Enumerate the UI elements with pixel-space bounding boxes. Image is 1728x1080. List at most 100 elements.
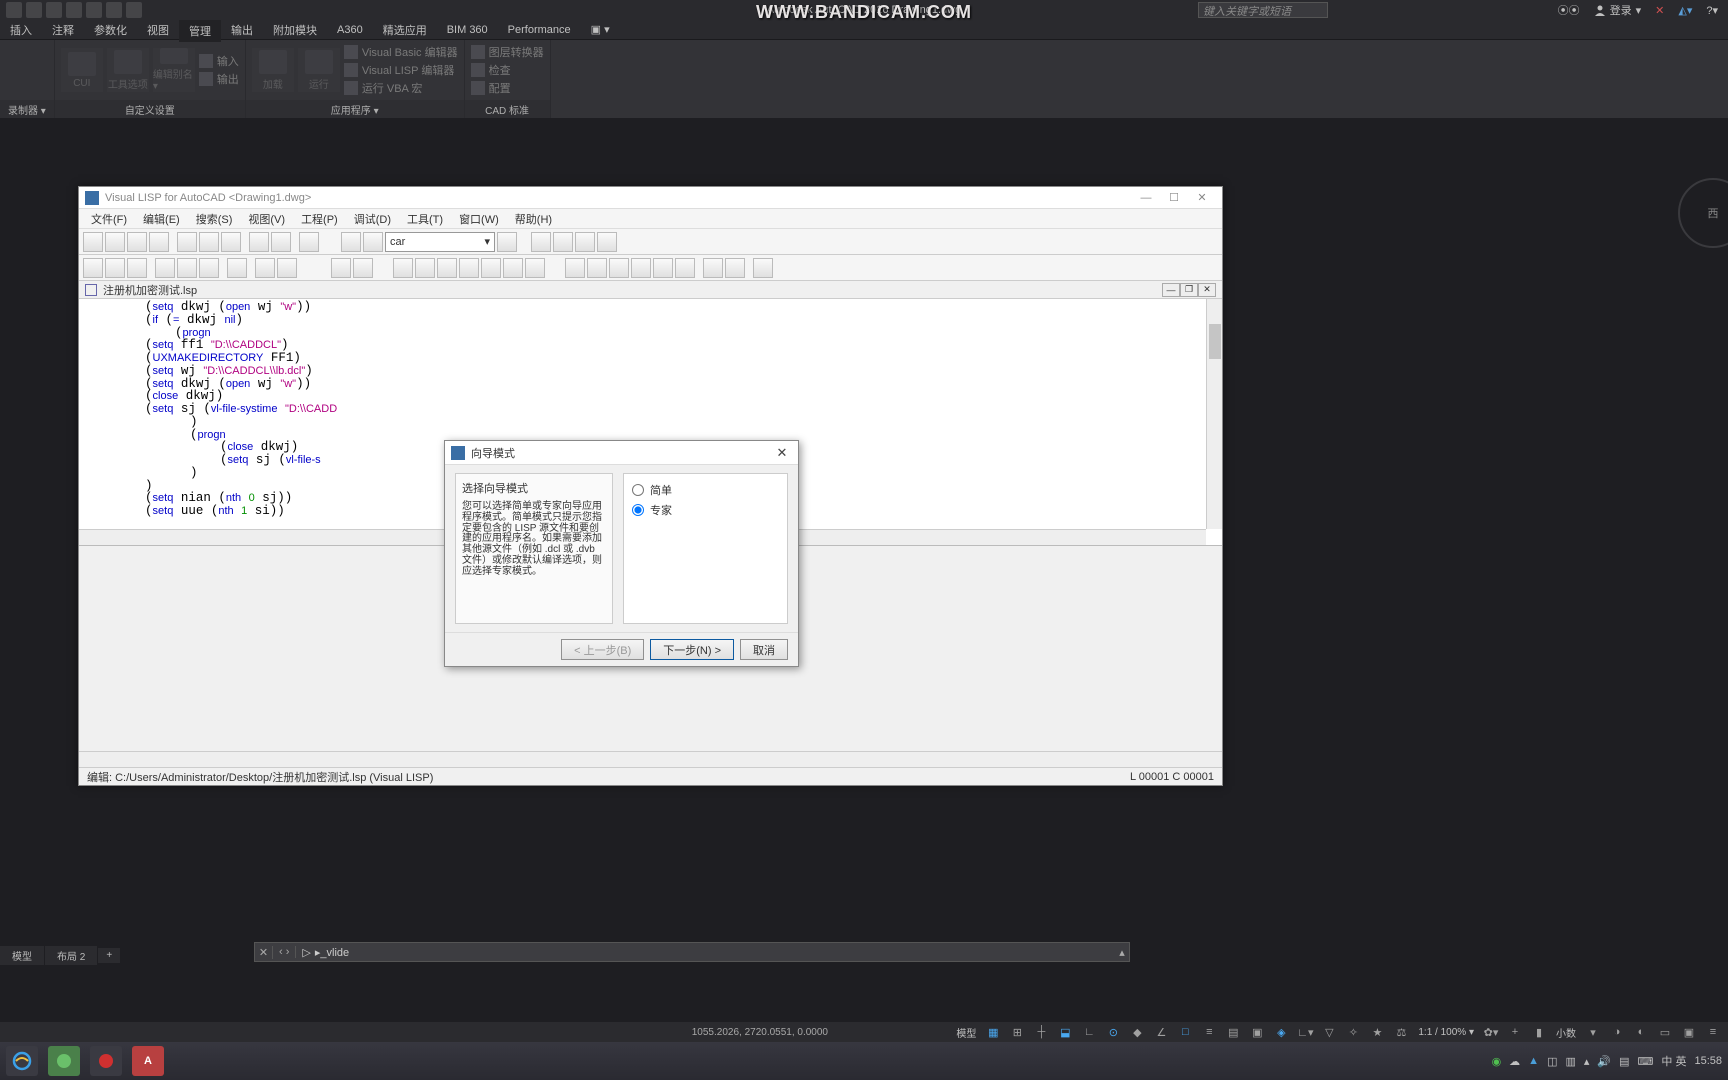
qat-app-icon[interactable]: [6, 2, 22, 18]
copy-icon[interactable]: [199, 232, 219, 252]
annotation-visibility-icon[interactable]: ★: [1366, 1023, 1388, 1041]
dynamic-ucs-icon[interactable]: ∟▾: [1294, 1023, 1316, 1041]
bookmark-next-icon[interactable]: [553, 232, 573, 252]
vlisp-titlebar[interactable]: Visual LISP for AutoCAD <Drawing1.dwg> —…: [79, 187, 1222, 209]
doc-close-button[interactable]: ✕: [1198, 283, 1216, 297]
open-file-icon[interactable]: [105, 232, 125, 252]
complete-word-icon[interactable]: [299, 232, 319, 252]
ribbon-panel-label[interactable]: 应用程序 ▾: [246, 100, 464, 118]
grid-icon[interactable]: ▦: [982, 1023, 1004, 1041]
isodraft-icon[interactable]: ◆: [1126, 1023, 1148, 1041]
selection-cycling-icon[interactable]: ▣: [1246, 1023, 1268, 1041]
vlisp-menu-item[interactable]: 编辑(E): [135, 209, 188, 229]
find-icon[interactable]: [341, 232, 361, 252]
cancel-button[interactable]: 取消: [740, 639, 788, 660]
gizmo-icon[interactable]: ✧: [1342, 1023, 1364, 1041]
taskbar-record[interactable]: [90, 1046, 122, 1076]
radio-expert-input[interactable]: [632, 504, 644, 516]
select-window-icon[interactable]: [353, 258, 373, 278]
dynamic-input-icon[interactable]: ⬓: [1054, 1023, 1076, 1041]
a360-icon[interactable]: ◭▾: [1674, 4, 1696, 17]
ribbon-tab[interactable]: 注释: [42, 19, 84, 41]
redo-icon[interactable]: [271, 232, 291, 252]
last-break-icon[interactable]: [587, 258, 607, 278]
ribbon-button[interactable]: CUI: [61, 48, 103, 92]
ribbon-list-item[interactable]: 配置: [471, 80, 544, 96]
debug-step-out-icon[interactable]: [437, 258, 457, 278]
tray-wechat-icon[interactable]: ◉: [1492, 1055, 1502, 1068]
lock-ui-icon[interactable]: ◑: [1606, 1023, 1628, 1041]
ribbon-tab[interactable]: 精选应用: [373, 19, 437, 41]
exchange-icon[interactable]: ✕: [1651, 4, 1668, 17]
units-label[interactable]: 小数: [1552, 1025, 1580, 1040]
radio-expert[interactable]: 专家: [632, 502, 779, 518]
debug-reset-icon[interactable]: [503, 258, 523, 278]
bookmark-clear-icon[interactable]: [597, 232, 617, 252]
help-icon[interactable]: ?▾: [1702, 4, 1722, 17]
load-file-icon[interactable]: [105, 258, 125, 278]
tab-model[interactable]: 模型: [0, 946, 44, 965]
load-selection-icon[interactable]: [83, 258, 103, 278]
debug-continue-icon[interactable]: [459, 258, 479, 278]
ribbon-tab[interactable]: 管理: [179, 18, 221, 42]
watch-window-icon[interactable]: [675, 258, 695, 278]
polar-icon[interactable]: ⊙: [1102, 1023, 1124, 1041]
vlisp-menu-item[interactable]: 工具(T): [399, 209, 451, 229]
print-icon[interactable]: [149, 232, 169, 252]
command-line[interactable]: ✕ ‹ › ▷▸_vlide ▴: [254, 942, 1130, 962]
help-toolbar-icon[interactable]: [753, 258, 773, 278]
status-model-label[interactable]: 模型: [952, 1025, 980, 1040]
ribbon-tab[interactable]: 插入: [0, 19, 42, 41]
inspect-icon[interactable]: [255, 258, 275, 278]
ribbon-tab[interactable]: 参数化: [84, 19, 137, 41]
apropos-icon[interactable]: [653, 258, 673, 278]
tray-input-icon[interactable]: ⌨: [1638, 1055, 1654, 1068]
annotation-scale[interactable]: 1:1 / 100% ▾: [1414, 1027, 1478, 1038]
activate-acad-icon[interactable]: [331, 258, 351, 278]
maximize-button[interactable]: ☐: [1160, 191, 1188, 204]
autoscale-icon[interactable]: ⚖: [1390, 1023, 1412, 1041]
tray-clock[interactable]: 15:58: [1694, 1055, 1722, 1067]
replace-icon[interactable]: [363, 232, 383, 252]
ribbon-tab[interactable]: 附加模块: [263, 19, 327, 41]
drawing-area[interactable]: 西 Visual LISP for AutoCAD <Drawing1.dwg>…: [0, 118, 1728, 1022]
vlisp-menu-item[interactable]: 视图(V): [240, 209, 293, 229]
vlisp-menu-item[interactable]: 窗口(W): [451, 209, 507, 229]
format-selection-icon[interactable]: [155, 258, 175, 278]
qat-undo-icon[interactable]: [86, 2, 102, 18]
clean-screen-icon[interactable]: ▣: [1678, 1023, 1700, 1041]
ribbon-tab[interactable]: 视图: [137, 19, 179, 41]
taskbar-ie[interactable]: [6, 1046, 38, 1076]
undo-icon[interactable]: [249, 232, 269, 252]
osnap-2d-icon[interactable]: □: [1174, 1023, 1196, 1041]
tray-ime-label[interactable]: 中 英: [1661, 1053, 1686, 1069]
qat-redo-icon[interactable]: [106, 2, 122, 18]
viewcube[interactable]: 西: [1678, 178, 1728, 248]
add-watch-icon[interactable]: [565, 258, 585, 278]
toggle-breakpoint-icon[interactable]: [525, 258, 545, 278]
ribbon-overflow-icon[interactable]: ▣ ▾: [581, 20, 620, 39]
lineweight-icon[interactable]: ≡: [1198, 1023, 1220, 1041]
comment-icon[interactable]: [199, 258, 219, 278]
ribbon-list-item[interactable]: 图层转换器: [471, 44, 544, 60]
format-file-icon[interactable]: [177, 258, 197, 278]
debug-step-into-icon[interactable]: [393, 258, 413, 278]
isolate-icon[interactable]: ▭: [1654, 1023, 1676, 1041]
debug-step-over-icon[interactable]: [415, 258, 435, 278]
trace-icon[interactable]: [277, 258, 297, 278]
ribbon-list-item[interactable]: 运行 VBA 宏: [344, 80, 458, 96]
qat-open-icon[interactable]: [46, 2, 62, 18]
doc-restore-button[interactable]: ❐: [1180, 283, 1198, 297]
vlisp-menu-item[interactable]: 工程(P): [293, 209, 346, 229]
lower-h-scrollbar[interactable]: [79, 751, 1222, 767]
taskbar-start[interactable]: [48, 1046, 80, 1076]
scrollbar-thumb[interactable]: [1209, 324, 1221, 359]
ortho-icon[interactable]: ∟: [1078, 1023, 1100, 1041]
tray-chevron-icon[interactable]: ▴: [1584, 1055, 1590, 1068]
tray-monitor-icon[interactable]: ▥: [1565, 1055, 1575, 1068]
ribbon-button[interactable]: 编辑别名▾: [153, 48, 195, 92]
ribbon-panel-label[interactable]: 自定义设置: [55, 100, 245, 118]
ribbon-list-item[interactable]: Visual LISP 编辑器: [344, 62, 458, 78]
3dosnap-icon[interactable]: ◈: [1270, 1023, 1292, 1041]
units-icon[interactable]: ▮: [1528, 1023, 1550, 1041]
